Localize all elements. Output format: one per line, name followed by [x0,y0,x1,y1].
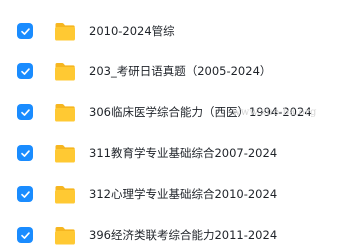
watermark-text: www.xue-ba.org [232,107,317,118]
file-list: 2010-2024管综 203_考研日语真题（2005-2024） 306临床医… [0,0,340,252]
folder-icon [54,226,76,245]
folder-icon [54,22,76,41]
checkmark-icon [20,67,30,75]
list-item[interactable]: 311教育学专业基础综合2007-2024 [0,139,340,167]
checkbox-checked[interactable] [17,227,33,243]
checkbox-checked[interactable] [17,186,33,202]
file-name: 2010-2024管综 [89,24,175,38]
checkbox-checked[interactable] [17,104,33,120]
folder-icon [54,103,76,122]
file-name: 396经济类联考综合能力2011-2024 [89,228,278,242]
file-name: 312心理学专业基础综合2010-2024 [89,187,278,201]
checkmark-icon [20,108,30,116]
checkmark-icon [20,149,30,157]
list-item[interactable]: 203_考研日语真题（2005-2024） [0,57,340,85]
folder-icon [54,185,76,204]
file-name: 203_考研日语真题（2005-2024） [89,64,272,78]
folder-icon [54,144,76,163]
checkmark-icon [20,190,30,198]
file-name: 311教育学专业基础综合2007-2024 [89,146,278,160]
checkmark-icon [20,27,30,35]
list-item[interactable]: 312心理学专业基础综合2010-2024 [0,180,340,208]
checkbox-checked[interactable] [17,23,33,39]
checkbox-checked[interactable] [17,145,33,161]
checkmark-icon [20,231,30,239]
list-item[interactable]: 396经济类联考综合能力2011-2024 [0,221,340,249]
folder-icon [54,62,76,81]
checkbox-checked[interactable] [17,63,33,79]
list-item[interactable]: 2010-2024管综 [0,17,340,45]
